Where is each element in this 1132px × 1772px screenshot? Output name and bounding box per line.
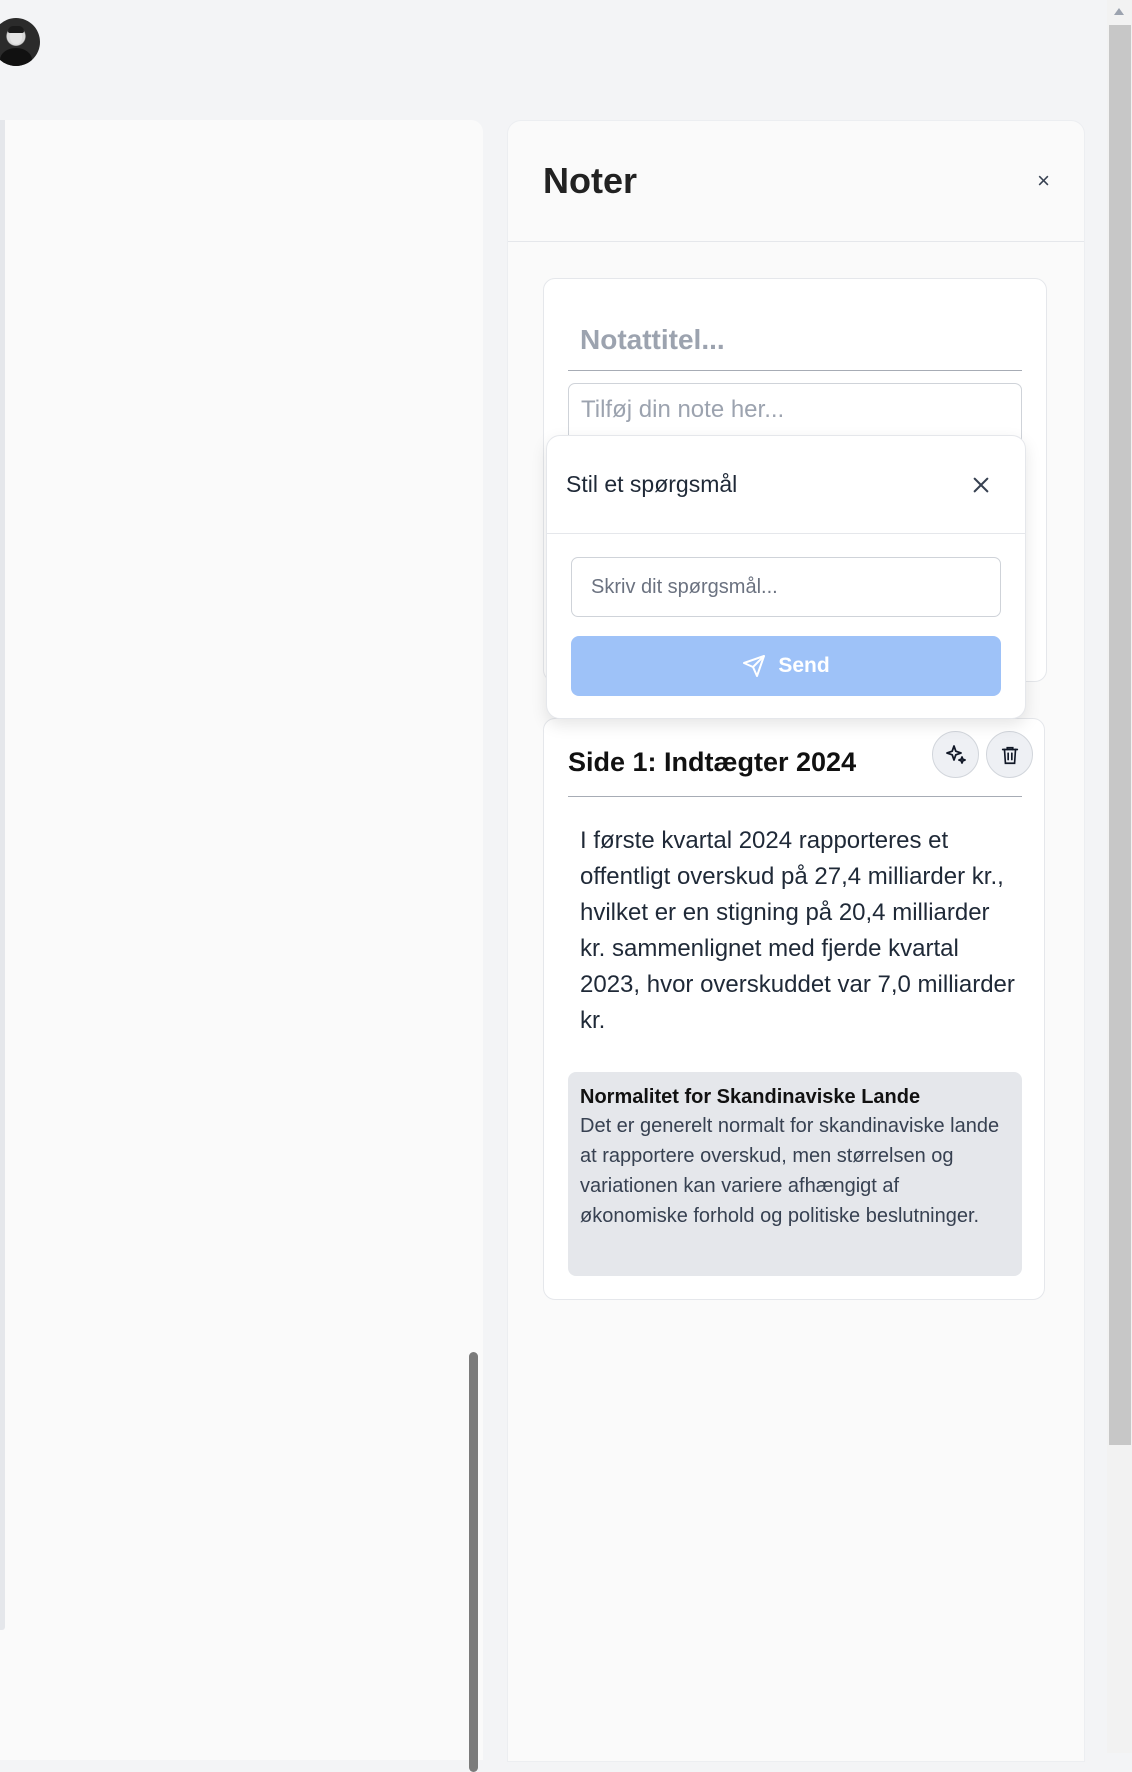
scroll-up-icon[interactable] — [1114, 8, 1124, 15]
send-label: Send — [778, 654, 830, 677]
question-input[interactable] — [571, 557, 1001, 617]
avatar-hair — [8, 26, 24, 33]
user-avatar[interactable] — [0, 18, 40, 66]
ask-question-popover: Stil et spørgsmål Send — [546, 435, 1026, 719]
page-scrollbar[interactable] — [1107, 0, 1132, 1753]
saved-note-divider — [568, 796, 1022, 797]
notes-header: Noter × — [508, 121, 1084, 242]
saved-note-card: Side 1: Indtægter 2024 I første kvartal … — [543, 718, 1045, 1300]
close-icon[interactable] — [972, 476, 990, 494]
avatar-body — [0, 48, 32, 66]
page-scrollbar-thumb[interactable] — [1109, 25, 1131, 1445]
notes-title: Noter — [543, 160, 638, 201]
insight-text: Det er generelt normalt for skandinavisk… — [580, 1115, 1000, 1227]
ai-insight-box: Normalitet for Skandinaviske Lande Det e… — [568, 1072, 1022, 1276]
send-question-button[interactable]: Send — [571, 636, 1001, 696]
note-title-input[interactable] — [568, 309, 1022, 371]
insight-title: Normalitet for Skandinaviske Lande — [580, 1086, 921, 1108]
saved-note-body: I første kvartal 2024 rapporteres et off… — [580, 827, 1015, 1034]
note-actions — [932, 731, 1033, 778]
ask-popover-header: Stil et spørgsmål — [547, 436, 1025, 534]
trash-icon — [1001, 746, 1018, 764]
ask-ai-button[interactable] — [932, 731, 979, 778]
notes-panel: Noter × Side 1: Indtægter 2024 I første … — [507, 120, 1085, 1762]
saved-note-title: Side 1: Indtægter 2024 — [568, 747, 857, 777]
document-viewer-panel — [0, 120, 483, 1772]
delete-note-button[interactable] — [986, 731, 1033, 778]
document-scrollbar-thumb[interactable] — [469, 1352, 478, 1772]
paper-plane-icon — [743, 655, 766, 677]
document-page-edge — [0, 120, 5, 1630]
sparkles-icon — [945, 744, 966, 764]
ask-popover-title: Stil et spørgsmål — [566, 471, 738, 497]
close-notes-button[interactable]: × — [1037, 170, 1050, 192]
